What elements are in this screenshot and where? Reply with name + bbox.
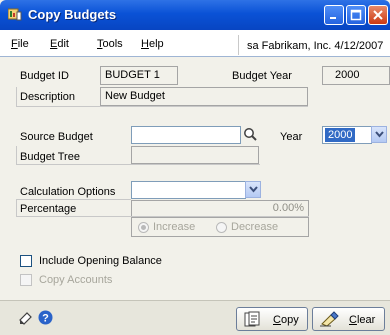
window-title: Copy Budgets <box>28 7 117 22</box>
menu-edit[interactable]: Edit <box>50 38 69 50</box>
copy-button[interactable]: Copy <box>236 307 308 331</box>
lookup-icon[interactable] <box>243 127 258 145</box>
help-icon[interactable]: ? <box>38 310 53 328</box>
menu-file[interactable]: File <box>11 38 29 50</box>
calc-options-dropdown-button[interactable] <box>245 181 261 198</box>
budget-year-value: 2000 <box>322 66 390 85</box>
decrease-radio[interactable] <box>216 222 227 233</box>
minimize-icon <box>330 17 336 19</box>
copy-accounts-checkbox[interactable] <box>20 274 32 286</box>
budget-id-value: BUDGET 1 <box>100 66 178 85</box>
year-select[interactable]: 2000 <box>322 126 372 144</box>
clear-button[interactable]: Clear <box>312 307 385 331</box>
increase-radio[interactable] <box>138 222 149 233</box>
year-label: Year <box>280 131 303 143</box>
menu-help[interactable]: Help <box>141 38 164 50</box>
increase-label: Increase <box>153 221 196 233</box>
close-button[interactable] <box>368 5 388 25</box>
calc-options-label: Calculation Options <box>20 186 116 198</box>
budget-tree-row-edge <box>16 146 17 165</box>
decrease-label: Decrease <box>231 221 279 233</box>
title-bar: Copy Budgets <box>0 0 390 30</box>
clear-icon <box>319 311 339 331</box>
budget-id-label: Budget ID <box>20 70 69 82</box>
description-label: Description <box>20 91 76 103</box>
year-dropdown-button[interactable] <box>371 126 387 143</box>
user-company-date: sa Fabrikam, Inc. 4/12/2007 <box>247 40 384 52</box>
copy-budgets-window: Copy Budgets File Edit Tools Help sa Fab… <box>0 0 390 335</box>
calc-options-select[interactable] <box>131 181 246 199</box>
budget-tree-row-line <box>16 164 260 165</box>
percentage-top-line <box>16 199 131 200</box>
copy-accounts-label: Copy Accounts <box>39 274 113 286</box>
description-row-line <box>16 106 308 107</box>
budget-tree-value <box>131 146 259 164</box>
include-opening-balance-label: Include Opening Balance <box>39 255 162 267</box>
include-opening-balance-checkbox[interactable] <box>20 255 32 267</box>
maximize-icon <box>350 9 362 21</box>
chevron-down-icon <box>375 131 384 138</box>
budget-year-label: Budget Year <box>232 70 292 82</box>
menu-tools[interactable]: Tools <box>97 38 123 50</box>
year-select-value: 2000 <box>325 128 356 142</box>
description-row-edge <box>16 87 17 107</box>
percentage-label: Percentage <box>20 203 77 215</box>
svg-text:?: ? <box>42 313 49 325</box>
maximize-button[interactable] <box>346 5 366 25</box>
percentage-row-edge <box>16 199 17 217</box>
source-budget-input[interactable] <box>131 126 241 144</box>
close-icon <box>373 10 383 20</box>
note-icon[interactable] <box>18 310 34 329</box>
description-value: New Budget <box>100 87 308 106</box>
chevron-down-icon <box>249 186 258 193</box>
source-budget-label: Source Budget <box>20 131 93 143</box>
budget-tree-label: Budget Tree <box>20 151 80 163</box>
copy-icon <box>243 311 261 331</box>
percentage-value: 0.00% <box>131 200 309 217</box>
minimize-button[interactable] <box>324 5 344 25</box>
budget-window-icon <box>7 8 22 21</box>
